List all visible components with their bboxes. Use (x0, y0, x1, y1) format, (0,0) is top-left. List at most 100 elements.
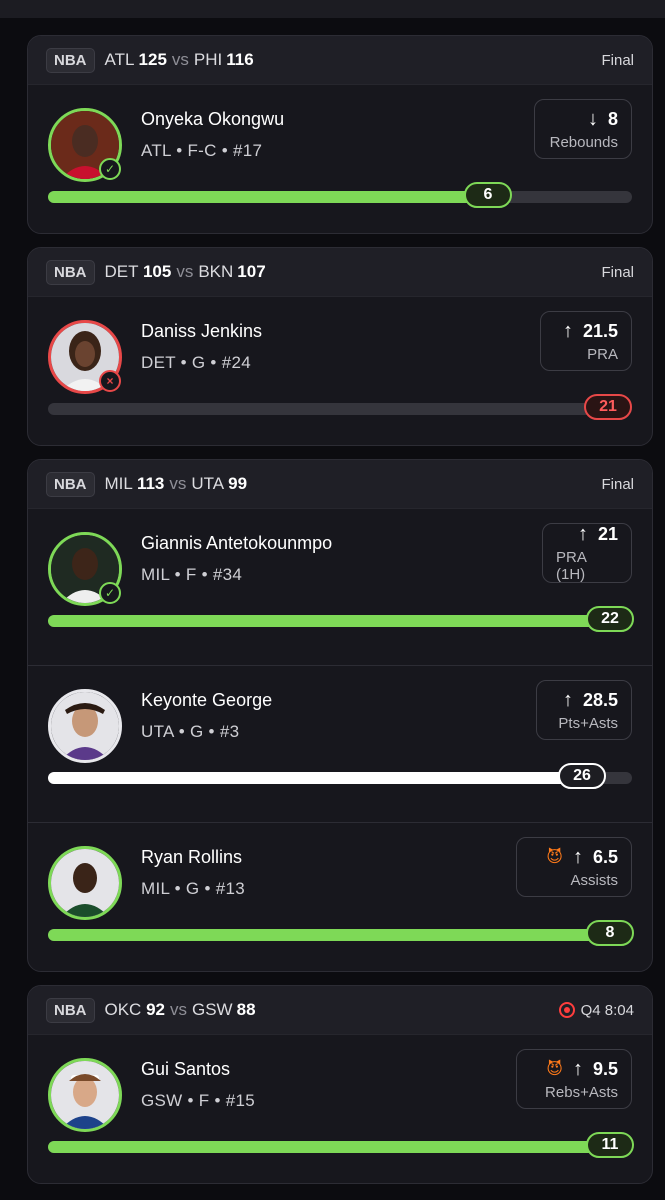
player-avatar (48, 1058, 122, 1132)
score-1: 113 (136, 474, 165, 493)
arrow-up-icon: ↑ (572, 845, 583, 868)
game-status: Final (601, 264, 634, 281)
score-1: 92 (146, 1000, 165, 1019)
actual-stat-pill: 6 (464, 182, 512, 208)
game-status: Final (601, 476, 634, 493)
prop-line-box[interactable]: ↑ 21.5 PRA (540, 311, 632, 371)
game-score: OKC 92 vs GSW 88 (105, 1000, 256, 1020)
prop-stat-label: Rebs+Asts (545, 1083, 618, 1101)
prop-line-value: 21.5 (582, 320, 618, 341)
progress-track: 22 (48, 606, 634, 632)
game-card[interactable]: NBA MIL 113 vs UTA 99 Final ✓ Giannis Antet… (27, 459, 653, 972)
player-row[interactable]: × Daniss Jenkins DET • G • #24 ↑ 21.5 PRA… (28, 297, 652, 445)
arrow-up-icon: ↑ (562, 688, 573, 711)
game-score: ATL 125 vs PHI 116 (105, 50, 254, 70)
prop-stat-label: Assists (570, 871, 618, 889)
team-1: OKC (104, 1000, 142, 1019)
score-2: 88 (236, 1000, 256, 1019)
progress-track: 6 (48, 182, 632, 208)
league-badge: NBA (46, 471, 95, 497)
prop-line-value: 21 (597, 524, 618, 544)
prop-line-box[interactable]: 😈 ↑ 9.5 Rebs+Asts (516, 1049, 632, 1109)
score-2: 107 (237, 262, 266, 281)
progress-fill (48, 772, 580, 784)
player-row[interactable]: Keyonte George UTA • G • #3 ↑ 28.5 Pts+As… (28, 665, 652, 822)
player-row[interactable]: ✓ Onyeka Okongwu ATL • F-C • #17 ↓ 8 Rebo… (28, 85, 652, 233)
vs-label: vs (170, 1000, 187, 1019)
game-status: Final (601, 52, 634, 69)
player-name: Gui Santos (141, 1059, 231, 1079)
x-icon: × (99, 370, 121, 392)
actual-stat-pill: 8 (586, 920, 634, 946)
arrow-up-icon: ↑ (572, 1057, 583, 1080)
progress-track: 26 (48, 763, 632, 789)
team-2: UTA (191, 474, 225, 493)
prop-line-box[interactable]: ↓ 8 Rebounds (534, 99, 632, 159)
prop-line-box[interactable]: 😈 ↑ 6.5 Assists (516, 837, 632, 897)
game-card[interactable]: NBA OKC 92 vs GSW 88 Q4 8:04 Gui Santos GSW… (27, 985, 653, 1184)
prop-stat-label: PRA (1H) (556, 549, 587, 583)
progress-fill (48, 929, 608, 941)
arrow-up-icon: ↑ (562, 319, 573, 342)
team-1: ATL (104, 50, 134, 69)
player-avatar (48, 846, 122, 920)
score-1: 125 (138, 50, 167, 69)
player-row[interactable]: Gui Santos GSW • F • #15 😈 ↑ 9.5 Rebs+Asts… (28, 1035, 652, 1183)
player-name: Keyonte George (141, 690, 273, 710)
prop-stat-label: PRA (587, 345, 618, 363)
player-info: UTA • G • #3 (141, 722, 240, 741)
player-info: GSW • F • #15 (141, 1091, 256, 1110)
actual-stat-pill: 21 (584, 394, 632, 420)
progress-fill (48, 1141, 608, 1153)
score-2: 99 (228, 474, 248, 493)
game-score: MIL 113 vs UTA 99 (105, 474, 248, 494)
game-card[interactable]: NBA DET 105 vs BKN 107 Final × Daniss Jenki… (27, 247, 653, 446)
prop-line-value: 28.5 (582, 689, 618, 710)
top-bar (0, 0, 665, 18)
progress-track: 11 (48, 1132, 634, 1158)
game-header: NBA OKC 92 vs GSW 88 Q4 8:04 (28, 986, 652, 1035)
actual-stat-pill: 26 (558, 763, 606, 789)
devil-icon: 😈 (546, 849, 563, 866)
game-header: NBA ATL 125 vs PHI 116 Final (28, 36, 652, 85)
score-1: 105 (142, 262, 172, 281)
player-row[interactable]: ✓ Giannis Antetokounmpo MIL • F • #34 ↑ 2… (28, 509, 652, 665)
score-2: 116 (226, 50, 254, 69)
progress-fill (48, 191, 502, 203)
player-info: DET • G • #24 (141, 353, 251, 372)
progress-track: 8 (48, 920, 634, 946)
prop-line-box[interactable]: ↑ 21 PRA (1H) (542, 523, 632, 583)
vs-label: vs (171, 50, 189, 69)
status-text: Q4 8:04 (580, 1001, 634, 1019)
status-text: Final (601, 51, 634, 69)
arrow-up-icon: ↑ (577, 523, 588, 545)
game-score: DET 105 vs BKN 107 (105, 262, 266, 282)
game-header: NBA MIL 113 vs UTA 99 Final (28, 460, 652, 509)
prop-stat-label: Rebounds (549, 133, 618, 151)
team-1: DET (104, 262, 139, 281)
player-name: Giannis Antetokounmpo (141, 533, 333, 553)
player-avatar (48, 689, 122, 763)
progress-fill (48, 615, 608, 627)
player-name: Ryan Rollins (141, 847, 243, 867)
prop-stat-label: Pts+Asts (558, 714, 618, 732)
check-icon: ✓ (99, 158, 121, 180)
live-icon (558, 1002, 575, 1018)
actual-stat-pill: 22 (586, 606, 634, 632)
game-header: NBA DET 105 vs BKN 107 Final (28, 248, 652, 297)
player-name: Daniss Jenkins (141, 321, 263, 341)
prop-line-value: 9.5 (592, 1058, 618, 1079)
team-2: PHI (193, 50, 223, 69)
player-info: ATL • F-C • #17 (141, 141, 263, 160)
check-icon: ✓ (99, 582, 121, 604)
vs-label: vs (169, 474, 187, 493)
prop-line-box[interactable]: ↑ 28.5 Pts+Asts (536, 680, 632, 740)
arrow-down-icon: ↓ (587, 107, 598, 130)
player-row[interactable]: Ryan Rollins MIL • G • #13 😈 ↑ 6.5 Assists… (28, 822, 652, 971)
game-card[interactable]: NBA ATL 125 vs PHI 116 Final ✓ Onyeka Okong… (27, 35, 653, 234)
devil-icon: 😈 (546, 1061, 563, 1078)
vs-label: vs (176, 262, 194, 281)
prop-line-value: 6.5 (592, 846, 618, 867)
league-badge: NBA (46, 47, 95, 73)
actual-stat-pill: 11 (586, 1132, 634, 1158)
